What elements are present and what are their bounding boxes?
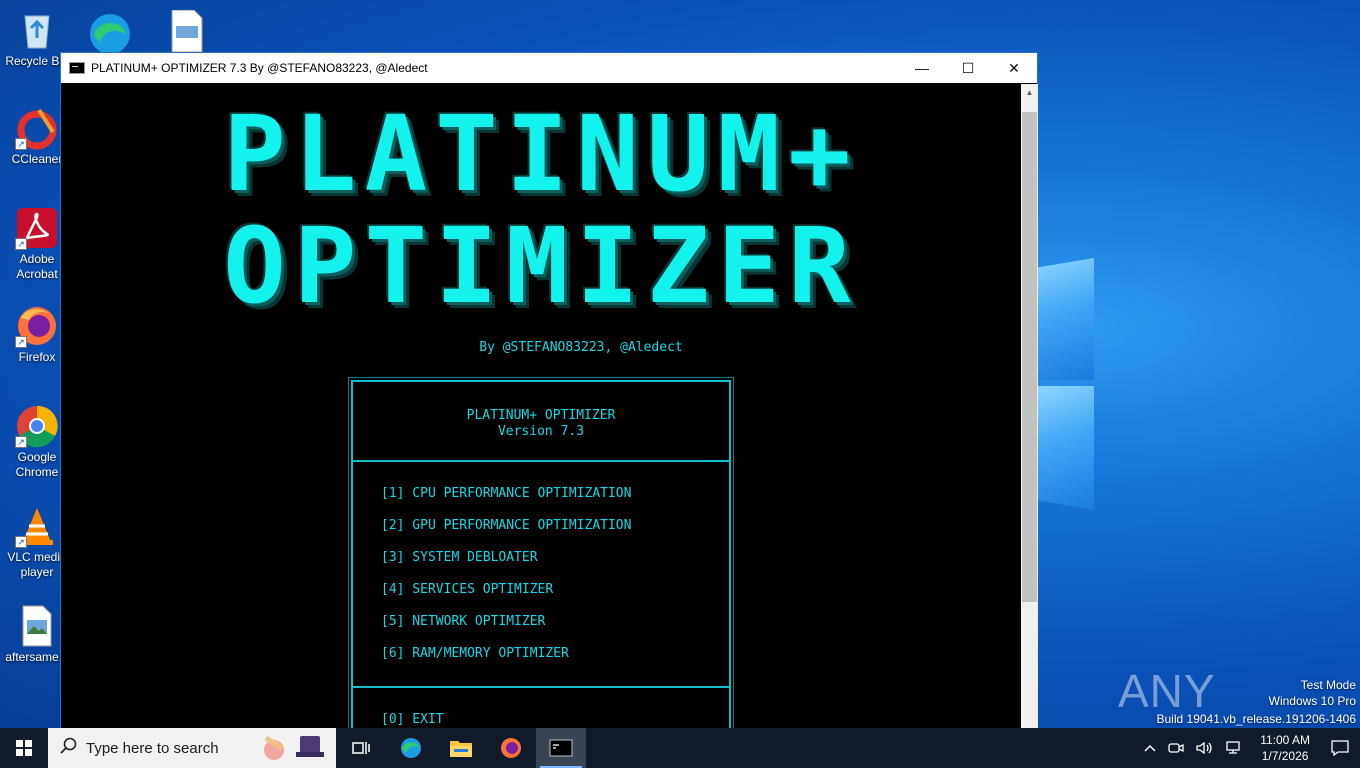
- clock-time: 11:00 AM: [1260, 733, 1310, 747]
- window-title: PLATINUM+ OPTIMIZER 7.3 By @STEFANO83223…: [91, 61, 428, 75]
- menu-header: PLATINUM+ OPTIMIZER Version 7.3: [353, 382, 729, 462]
- task-view-icon: [352, 742, 370, 754]
- recycle-bin-icon: [15, 8, 59, 52]
- meet-now-icon[interactable]: [1162, 728, 1190, 768]
- scroll-up-arrow-icon[interactable]: ▲: [1021, 84, 1038, 101]
- edge-icon: [401, 738, 421, 758]
- shortcut-arrow-icon: ↗: [15, 138, 27, 150]
- search-highlight-illustration: [258, 730, 330, 766]
- menu-item-services: [4] SERVICES OPTIMIZER: [381, 582, 554, 597]
- shortcut-arrow-icon: ↗: [15, 336, 27, 348]
- scroll-thumb[interactable]: [1022, 112, 1037, 602]
- image-file-icon: [15, 604, 59, 648]
- console-output[interactable]: PLATINUM+ OPTIMIZER By @STEFANO83223, @A…: [61, 84, 1021, 728]
- tray-overflow-chevron-icon[interactable]: [1138, 728, 1162, 768]
- menu-item-debloater: [3] SYSTEM DEBLOATER: [381, 550, 538, 565]
- file-desktop-icon[interactable]: [170, 9, 204, 53]
- task-view-button[interactable]: [336, 728, 386, 768]
- edge-desktop-icon[interactable]: [86, 6, 134, 54]
- banner-line-2: OPTIMIZER: [223, 205, 859, 327]
- taskbar-edge[interactable]: [386, 728, 436, 768]
- start-button[interactable]: [0, 728, 48, 768]
- windows-start-icon: [16, 740, 32, 756]
- menu-item-cpu: [1] CPU PERFORMANCE OPTIMIZATION: [381, 486, 632, 501]
- folder-icon: [450, 741, 472, 757]
- firefox-icon: [501, 738, 521, 758]
- banner-line-1: PLATINUM+: [223, 93, 859, 215]
- console-window[interactable]: PLATINUM+ OPTIMIZER 7.3 By @STEFANO83223…: [60, 52, 1038, 728]
- build-label: Build 19041.vb_release.191206-1406: [1156, 712, 1357, 726]
- shortcut-arrow-icon: ↗: [15, 536, 27, 548]
- menu-item-exit: [0] EXIT: [381, 712, 444, 727]
- windows-logo-wallpaper: [1036, 258, 1096, 514]
- console-icon: [69, 62, 85, 74]
- vlc-icon: ↗: [15, 504, 59, 548]
- menu-title: PLATINUM+ OPTIMIZER: [466, 408, 616, 423]
- notification-center-icon[interactable]: [1320, 740, 1360, 756]
- windows-edition-label: Windows 10 Pro: [1268, 694, 1356, 708]
- maximize-button[interactable]: ☐: [945, 53, 991, 83]
- taskbar-console[interactable]: [536, 728, 586, 768]
- minimize-button[interactable]: —: [899, 53, 945, 83]
- acrobat-icon: ↗: [15, 206, 59, 250]
- taskbar-search-box[interactable]: Type here to search: [48, 728, 336, 768]
- desktop: Recycle Bin ↗ CCleaner ↗ Adobe Acrobat ↗…: [0, 0, 1360, 728]
- shortcut-arrow-icon: ↗: [15, 436, 27, 448]
- menu-item-network: [5] NETWORK OPTIMIZER: [381, 614, 546, 629]
- network-icon[interactable]: [1220, 728, 1250, 768]
- clock-date: 1/7/2026: [1261, 749, 1309, 763]
- volume-icon[interactable]: [1190, 728, 1220, 768]
- search-placeholder: Type here to search: [86, 739, 219, 757]
- menu-box: PLATINUM+ OPTIMIZER Version 7.3 [1] CPU …: [348, 377, 734, 728]
- menu-item-gpu: [2] GPU PERFORMANCE OPTIMIZATION: [381, 518, 632, 533]
- vertical-scrollbar[interactable]: ▲: [1021, 84, 1038, 728]
- byline: By @STEFANO83223, @Aledect: [479, 340, 683, 355]
- search-icon: [60, 737, 78, 759]
- system-tray: 11:00 AM 1/7/2026: [1138, 728, 1360, 768]
- taskbar-clock[interactable]: 11:00 AM 1/7/2026: [1250, 732, 1320, 764]
- taskbar: Type here to search 11:00 AM 1/7/2026: [0, 728, 1360, 768]
- ccleaner-icon: ↗: [15, 106, 59, 150]
- close-button[interactable]: ✕: [991, 53, 1037, 83]
- console-icon: [549, 739, 573, 757]
- chrome-icon: ↗: [15, 404, 59, 448]
- shortcut-arrow-icon: ↗: [15, 238, 27, 250]
- menu-list: [1] CPU PERFORMANCE OPTIMIZATION [2] GPU…: [353, 462, 729, 688]
- test-mode-label: Test Mode: [1300, 678, 1356, 692]
- firefox-icon: ↗: [15, 304, 59, 348]
- window-titlebar[interactable]: PLATINUM+ OPTIMIZER 7.3 By @STEFANO83223…: [61, 53, 1037, 83]
- menu-item-ram: [6] RAM/MEMORY OPTIMIZER: [381, 646, 569, 661]
- menu-version: Version 7.3: [497, 424, 585, 439]
- taskbar-file-explorer[interactable]: [436, 728, 486, 768]
- taskbar-firefox[interactable]: [486, 728, 536, 768]
